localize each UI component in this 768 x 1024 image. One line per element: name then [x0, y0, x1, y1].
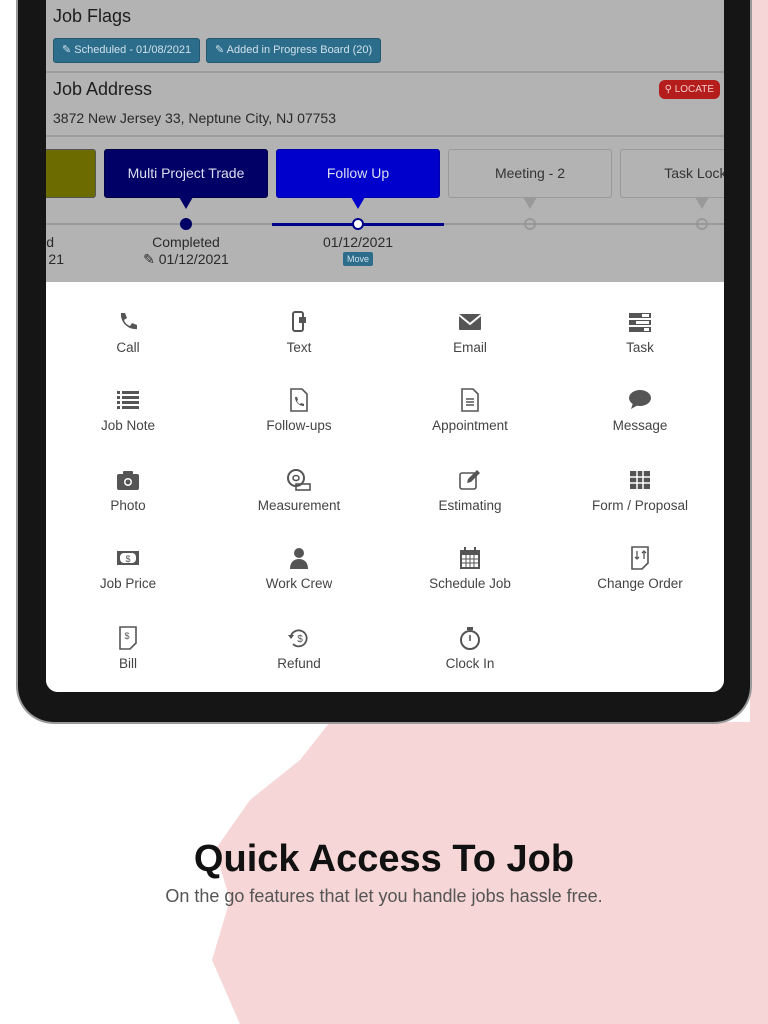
action-label: Estimating [438, 498, 502, 513]
action-label: Email [453, 340, 487, 355]
svg-text:$: $ [124, 631, 129, 641]
timeline-dot [696, 218, 708, 230]
action-label: Clock In [445, 656, 495, 671]
bill-icon: $ [119, 626, 137, 650]
action-measurement[interactable]: Measurement [214, 468, 384, 513]
action-message[interactable]: Message [555, 388, 724, 433]
stage-previous[interactable] [46, 149, 96, 198]
stage-multi-project-trade[interactable]: Multi Project Trade [104, 149, 268, 209]
money-icon: $ [117, 551, 139, 565]
tablet-frame: Job Flags ✎ Scheduled - 01/08/2021 ✎ Add… [16, 0, 752, 724]
hero-subtitle: On the go features that let you handle j… [165, 886, 603, 906]
action-label: Measurement [257, 498, 341, 513]
timeline-line [444, 223, 724, 225]
chat-bubble-icon [629, 390, 651, 409]
action-label: Job Price [99, 576, 157, 591]
job-flags-title: Job Flags [53, 6, 132, 26]
action-label: Refund [277, 656, 321, 671]
action-email[interactable]: Email [385, 310, 555, 355]
divider [46, 71, 724, 73]
action-work-crew[interactable]: Work Crew [214, 546, 384, 591]
action-clock-in[interactable]: Clock In [385, 626, 555, 671]
timeline-dot-current [352, 218, 364, 230]
edit-icon [459, 470, 480, 490]
svg-text:$: $ [125, 554, 130, 564]
action-label: Form / Proposal [591, 498, 689, 513]
action-bill[interactable]: $ Bill [46, 626, 213, 671]
stage-label: Task Lock S [664, 165, 724, 181]
action-schedule-job[interactable]: Schedule Job [385, 546, 555, 591]
envelope-icon [458, 314, 482, 330]
pencil-icon[interactable]: ✎ [143, 251, 155, 267]
action-label: Task [626, 340, 654, 355]
calendar-icon [460, 547, 480, 569]
partial-stage-status: d [46, 234, 54, 250]
stage-date: ✎ 01/12/2021 [106, 251, 266, 268]
action-label: Job Note [100, 418, 156, 433]
svg-text:$: $ [297, 634, 303, 645]
partial-stage-date: 21 [48, 251, 64, 267]
flag-scheduled[interactable]: ✎ Scheduled - 01/08/2021 [53, 38, 201, 63]
stage-date-text: 01/12/2021 [158, 251, 229, 267]
stage-label: Meeting - 2 [494, 165, 566, 181]
timeline-dot-completed [180, 218, 192, 230]
action-label: Call [116, 340, 140, 355]
list-icon [117, 391, 139, 409]
document-icon [461, 388, 479, 412]
action-call[interactable]: Call [46, 310, 213, 355]
action-task[interactable]: Task [555, 310, 724, 355]
action-refund[interactable]: $ Refund [214, 626, 384, 671]
action-label: Bill [118, 656, 137, 671]
action-change-order[interactable]: Change Order [555, 546, 724, 591]
action-job-note[interactable]: Job Note [46, 388, 213, 433]
stage-label: Multi Project Trade [127, 165, 245, 181]
quick-actions-sheet: Call Text Email Task Job Note Follow-ups Appoi… [46, 282, 724, 692]
stage-status: Completed [152, 234, 220, 250]
action-text[interactable]: Text [214, 310, 384, 355]
action-label: Appointment [432, 418, 508, 433]
tape-measure-icon [287, 469, 311, 491]
refund-icon: $ [288, 629, 308, 648]
mobile-text-icon [292, 311, 306, 332]
stage-meeting-2[interactable]: Meeting - 2 [448, 149, 612, 209]
timeline-dot [524, 218, 536, 230]
flag-label: Added in Progress Board (20) [226, 44, 373, 56]
stopwatch-icon [460, 627, 480, 650]
tablet-screen: Job Flags ✎ Scheduled - 01/08/2021 ✎ Add… [46, 0, 724, 692]
timeline-line [46, 223, 272, 225]
flag-progress-board[interactable]: ✎ Added in Progress Board (20) [206, 38, 382, 63]
action-label: Change Order [597, 576, 683, 591]
action-label: Schedule Job [429, 576, 511, 591]
divider [46, 135, 724, 137]
stage-date: 01/12/2021 [322, 234, 394, 250]
action-job-price[interactable]: $ Job Price [46, 546, 213, 591]
table-icon [630, 471, 650, 489]
locate-label: LOCATE [674, 84, 714, 95]
hero-title: Quick Access To Job [193, 838, 575, 880]
stage-label: Follow Up [326, 165, 390, 181]
task-list-icon [629, 313, 651, 332]
action-label: Work Crew [265, 576, 333, 591]
phone-icon [120, 313, 137, 330]
user-icon [290, 548, 308, 569]
action-appointment[interactable]: Appointment [385, 388, 555, 433]
action-estimating[interactable]: Estimating [385, 468, 555, 513]
action-label: Photo [110, 498, 146, 513]
action-label: Follow-ups [266, 418, 332, 433]
action-photo[interactable]: Photo [46, 468, 213, 513]
flag-label: Scheduled - 01/08/2021 [74, 44, 192, 56]
file-phone-icon [290, 388, 308, 412]
stage-follow-up[interactable]: Follow Up [276, 149, 440, 209]
file-swap-icon [631, 546, 649, 570]
job-address: 3872 New Jersey 33, Neptune City, NJ 077… [53, 110, 337, 126]
locate-button[interactable]: ⚲ LOCATE [658, 80, 720, 99]
job-address-title: Job Address [53, 79, 153, 99]
action-form-proposal[interactable]: Form / Proposal [555, 468, 724, 513]
action-follow-ups[interactable]: Follow-ups [214, 388, 384, 433]
action-label: Message [612, 418, 668, 433]
camera-icon [117, 471, 139, 490]
stage-task-lock[interactable]: Task Lock S [620, 149, 724, 209]
action-label: Text [286, 340, 312, 355]
move-button[interactable]: Move [343, 252, 374, 266]
